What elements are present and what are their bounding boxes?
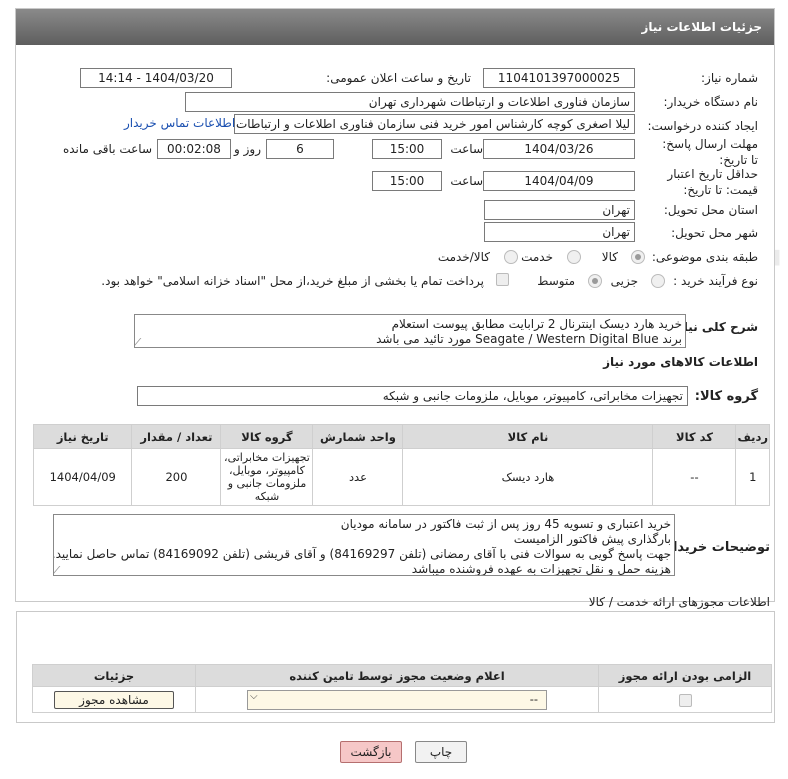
- buyer-org-field: سازمان فناوری اطلاعات و ارتباطات شهرداری…: [185, 92, 635, 112]
- need-number-field: 1104101397000025: [483, 68, 635, 88]
- col-name: نام کالا: [402, 424, 654, 449]
- panel-header: جزئیات اطلاعات نیاز: [16, 9, 774, 45]
- cell-name: هارد دیسک: [402, 448, 654, 506]
- process-option-medium: متوسط: [537, 274, 575, 288]
- buyer-notes-label: توضیحات خریدار:: [660, 540, 770, 555]
- description-line-1: خرید هارد دیسک اینترنال 2 ترابایت مطابق …: [391, 317, 682, 331]
- validity-date-field: 1404/04/09: [483, 171, 635, 191]
- permits-table-header: الزامی بودن ارائه مجوز اعلام وضعیت مجوز …: [32, 664, 772, 687]
- process-option-minor: جزیی: [610, 274, 638, 288]
- goods-table-header: ردیف کد کالا نام کالا واحد شمارش گروه کا…: [32, 424, 770, 449]
- cell-code: --: [652, 448, 737, 506]
- chevron-down-icon: ⌵: [250, 690, 258, 702]
- permit-details-cell: مشاهده مجوز: [32, 686, 196, 713]
- permit-required-checkbox[interactable]: [678, 693, 692, 707]
- deadline-date-field: 1404/03/26: [483, 139, 635, 159]
- remaining-label: ساعت باقی مانده: [62, 142, 152, 156]
- col-unit: واحد شمارش: [312, 424, 404, 449]
- goods-table: ردیف کد کالا نام کالا واحد شمارش گروه کا…: [32, 424, 770, 506]
- category-label: طبقه بندی موضوعی:: [651, 250, 758, 264]
- goods-group-label: گروه کالا:: [694, 389, 758, 404]
- days-field: 6: [266, 139, 334, 159]
- deadline-time-label: ساعت: [450, 142, 483, 156]
- cell-unit: عدد: [312, 448, 404, 506]
- goods-section-title: اطلاعات کالاهای مورد نیاز: [603, 355, 758, 369]
- permits-table: الزامی بودن ارائه مجوز اعلام وضعیت مجوز …: [32, 664, 772, 713]
- col-qty: تعداد / مقدار: [131, 424, 222, 449]
- province-field: تهران: [484, 200, 635, 220]
- remaining-time-field: 00:02:08: [157, 139, 231, 159]
- col-date: تاریخ نیاز: [32, 424, 133, 449]
- treasury-payment-note: پرداخت تمام یا بخشی از مبلغ خرید،از محل …: [101, 274, 484, 288]
- col-code: کد کالا: [652, 424, 737, 449]
- col-permit-status: اعلام وضعیت مجوز توسط تامین کننده: [195, 664, 599, 687]
- description-textarea[interactable]: خرید هارد دیسک اینترنال 2 ترابایت مطابق …: [134, 314, 686, 348]
- cell-row: 1: [735, 448, 770, 506]
- col-row: ردیف: [735, 424, 770, 449]
- permit-status-value: --: [529, 691, 538, 706]
- back-button[interactable]: بازگشت: [340, 741, 402, 763]
- table-row: -- ⌵ مشاهده مجوز: [32, 686, 772, 713]
- treasury-payment-checkbox[interactable]: [496, 273, 509, 286]
- buyer-note-line-2: بارگذاری پیش فاکتور الزامیست: [513, 532, 671, 546]
- announce-label: تاریخ و ساعت اعلان عمومی:: [326, 71, 471, 85]
- category-radio-goods[interactable]: [631, 250, 645, 264]
- cell-qty: 200: [131, 448, 222, 506]
- province-label: استان محل تحویل:: [663, 203, 758, 217]
- permits-title: اطلاعات مجوزهای ارائه خدمت / کالا: [588, 595, 770, 609]
- permit-required-cell: [598, 686, 772, 713]
- validity-time-label: ساعت: [450, 174, 483, 188]
- goods-group-field: تجهیزات مخابراتی، کامپیوتر، موبایل، ملزو…: [137, 386, 688, 406]
- buyer-note-line-3: جهت پاسخ گویی به سوالات فنی با آقای رمضا…: [53, 547, 671, 561]
- description-line-2: برند Seagate / Western Digital Blue مورد…: [376, 332, 682, 346]
- deadline-time-field: 15:00: [372, 139, 442, 159]
- buyer-notes-textarea[interactable]: خرید اعتباری و تسویه 45 روز پس از ثبت فا…: [53, 514, 675, 576]
- panel-title: جزئیات اطلاعات نیاز: [641, 20, 762, 34]
- cell-date: 1404/04/09: [32, 448, 133, 506]
- cell-group: تجهیزات مخابراتی، کامپیوتر، موبایل، ملزو…: [220, 448, 314, 506]
- col-group: گروه کالا: [220, 424, 314, 449]
- process-radio-medium[interactable]: [588, 274, 602, 288]
- permit-status-cell: -- ⌵: [195, 686, 599, 713]
- buyer-org-label: نام دستگاه خریدار:: [663, 95, 759, 109]
- category-option-service: خدمت: [521, 250, 553, 264]
- print-button[interactable]: چاپ: [415, 741, 467, 763]
- col-permit-required: الزامی بودن ارائه مجوز: [598, 664, 772, 687]
- view-permit-button[interactable]: مشاهده مجوز: [54, 690, 174, 709]
- col-permit-details: جزئیات: [32, 664, 196, 687]
- validity-label: حداقل تاریخ اعتبار قیمت: تا تاریخ:: [667, 167, 758, 197]
- category-radio-service[interactable]: [567, 250, 581, 264]
- table-row: 1 -- هارد دیسک عدد تجهیزات مخابراتی، کام…: [32, 448, 770, 506]
- category-radio-goods-service[interactable]: [504, 250, 518, 264]
- deadline-label: مهلت ارسال پاسخ: تا تاریخ:: [662, 137, 758, 167]
- process-label: نوع فرآیند خرید :: [673, 274, 758, 288]
- permit-status-select[interactable]: -- ⌵: [247, 689, 547, 710]
- days-label: روز و: [234, 142, 261, 156]
- need-number-label: شماره نیاز:: [701, 71, 758, 85]
- creator-field: لیلا اصغری کوچه کارشناس امور خرید فنی سا…: [234, 114, 635, 134]
- announce-field: 1404/03/20 - 14:14: [80, 68, 232, 88]
- city-label: شهر محل تحویل:: [671, 226, 758, 240]
- buyer-contact-link[interactable]: اطلاعات تماس خریدار: [124, 116, 235, 130]
- category-option-goods: کالا: [601, 250, 618, 264]
- category-option-goods-service: کالا/خدمت: [437, 250, 490, 264]
- buyer-note-line-1: خرید اعتباری و تسویه 45 روز پس از ثبت فا…: [340, 517, 671, 531]
- validity-time-field: 15:00: [372, 171, 442, 191]
- buyer-note-line-4: هزینه حمل و نقل تجهیزات به عهده فروشنده …: [411, 562, 671, 576]
- city-field: تهران: [484, 222, 635, 242]
- creator-label: ایجاد کننده درخواست:: [647, 119, 758, 133]
- process-radio-minor[interactable]: [651, 274, 665, 288]
